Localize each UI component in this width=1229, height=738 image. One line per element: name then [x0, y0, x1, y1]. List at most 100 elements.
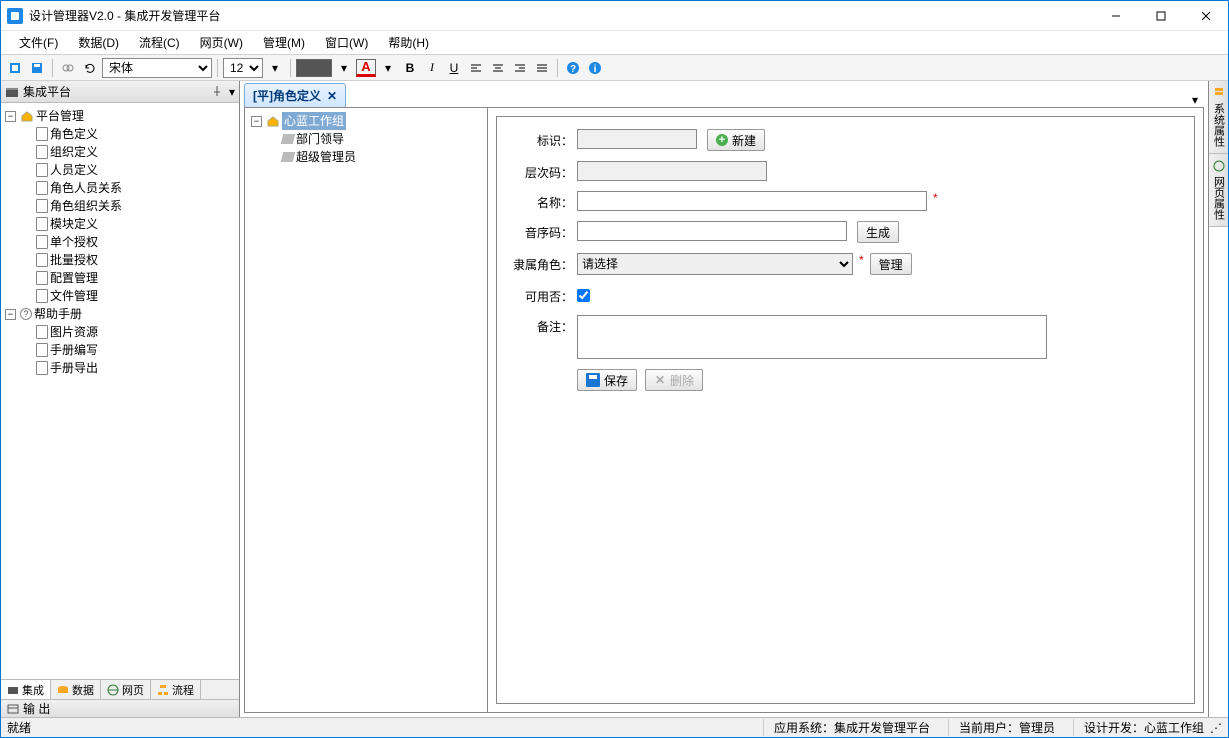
sidebar-tabs: 集成 数据 网页 流程: [1, 679, 239, 699]
collapse-icon[interactable]: −: [5, 309, 16, 320]
collapse-icon[interactable]: −: [251, 116, 262, 127]
file-icon: [36, 199, 48, 213]
sidebar-header: 集成平台 ▾: [1, 81, 239, 103]
menu-flow[interactable]: 流程(C): [129, 31, 190, 54]
label-parent: 隶属角色：: [511, 253, 577, 273]
panel-dropdown-icon[interactable]: ▾: [229, 85, 235, 99]
tab-close-icon[interactable]: ✕: [327, 89, 337, 103]
tree-item[interactable]: 角色人员关系: [21, 179, 237, 197]
label-remark: 备注：: [511, 315, 577, 335]
pin-icon[interactable]: [211, 85, 225, 99]
sidebar: 集成平台 ▾ −平台管理 角色定义 组织定义 人员定义 角色人员关系 角色组织关…: [1, 81, 240, 717]
home-icon: [266, 114, 280, 128]
right-sidebar: 系统属性 网页属性: [1208, 81, 1228, 717]
link-icon[interactable]: [58, 58, 78, 78]
new-icon[interactable]: [5, 58, 25, 78]
delete-button[interactable]: ✕删除: [645, 369, 703, 391]
help-icon[interactable]: ?: [563, 58, 583, 78]
tree-item[interactable]: 人员定义: [21, 161, 237, 179]
menu-manage[interactable]: 管理(M): [253, 31, 315, 54]
svg-text:i: i: [594, 64, 597, 75]
label-name: 名称：: [511, 191, 577, 211]
menu-file[interactable]: 文件(F): [9, 31, 68, 54]
refresh-icon[interactable]: [80, 58, 100, 78]
file-icon: [36, 271, 48, 285]
italic-button[interactable]: I: [422, 58, 442, 78]
align-justify-icon[interactable]: [532, 58, 552, 78]
home-icon: [20, 109, 34, 123]
tree-item[interactable]: 角色组织关系: [21, 197, 237, 215]
align-center-icon[interactable]: [488, 58, 508, 78]
sidebar-tab-flow[interactable]: 流程: [151, 680, 201, 699]
name-field[interactable]: [577, 191, 927, 211]
tree-item[interactable]: 批量授权: [21, 251, 237, 269]
font-name-select[interactable]: 宋体: [102, 58, 212, 78]
menu-web[interactable]: 网页(W): [190, 31, 253, 54]
remark-textarea[interactable]: [577, 315, 1047, 359]
file-icon: [36, 181, 48, 195]
tree-item[interactable]: 配置管理: [21, 269, 237, 287]
right-tab-system-props[interactable]: 系统属性: [1209, 81, 1228, 154]
font-size-select[interactable]: 12: [223, 58, 263, 78]
font-color-button[interactable]: A: [356, 59, 376, 77]
form-panel: 标识： +新建 层次码： 名称： * 音序码：: [496, 116, 1195, 704]
output-icon: [7, 703, 19, 715]
manage-button[interactable]: 管理: [870, 253, 912, 275]
titlebar: 设计管理器V2.0 - 集成开发管理平台: [1, 1, 1228, 31]
toolbar: 宋体 12 ▾ ▾ A ▾ B I U ? i: [1, 55, 1228, 81]
underline-button[interactable]: U: [444, 58, 464, 78]
parent-role-select[interactable]: 请选择: [577, 253, 853, 275]
required-mark: *: [859, 253, 864, 267]
bold-button[interactable]: B: [400, 58, 420, 78]
role-tree-item[interactable]: 超级管理员: [267, 148, 483, 166]
menu-data[interactable]: 数据(D): [68, 31, 129, 54]
label-enabled: 可用否：: [511, 285, 577, 305]
right-tab-web-props[interactable]: 网页属性: [1209, 154, 1228, 227]
tree-node-platform[interactable]: −平台管理: [5, 107, 237, 125]
doc-tab-role-def[interactable]: [平]角色定义 ✕: [244, 83, 346, 107]
size-down-icon[interactable]: ▾: [265, 58, 285, 78]
sidebar-title: 集成平台: [23, 83, 71, 100]
tree-item[interactable]: 图片资源: [21, 323, 237, 341]
close-button[interactable]: [1183, 1, 1228, 30]
tree-item[interactable]: 手册编写: [21, 341, 237, 359]
output-panel-header[interactable]: 输 出: [1, 699, 239, 717]
sidebar-tab-web[interactable]: 网页: [101, 680, 151, 699]
align-right-icon[interactable]: [510, 58, 530, 78]
maximize-button[interactable]: [1138, 1, 1183, 30]
file-icon: [36, 361, 48, 375]
collapse-icon[interactable]: −: [5, 111, 16, 122]
bg-color-swatch[interactable]: [296, 59, 332, 77]
menu-help[interactable]: 帮助(H): [378, 31, 439, 54]
role-tree-item[interactable]: 部门领导: [267, 130, 483, 148]
status-grip-icon[interactable]: ⋰: [1210, 721, 1222, 735]
status-dev: 设计开发：心蓝工作组: [1073, 719, 1204, 736]
tree-node-help[interactable]: −?帮助手册: [5, 305, 237, 323]
svg-text:?: ?: [570, 64, 576, 75]
tree-item[interactable]: 模块定义: [21, 215, 237, 233]
font-color-dropdown-icon[interactable]: ▾: [378, 58, 398, 78]
tree-item[interactable]: 角色定义: [21, 125, 237, 143]
generate-button[interactable]: 生成: [857, 221, 899, 243]
save-button[interactable]: 保存: [577, 369, 637, 391]
menu-window[interactable]: 窗口(W): [315, 31, 378, 54]
color-dropdown-icon[interactable]: ▾: [334, 58, 354, 78]
info-icon[interactable]: i: [585, 58, 605, 78]
role-tree-root[interactable]: − 心蓝工作组: [251, 112, 483, 130]
tree-item[interactable]: 单个授权: [21, 233, 237, 251]
tree-item[interactable]: 手册导出: [21, 359, 237, 377]
sidebar-tab-data[interactable]: 数据: [51, 680, 101, 699]
enabled-checkbox[interactable]: [577, 289, 590, 302]
align-left-icon[interactable]: [466, 58, 486, 78]
save-icon[interactable]: [27, 58, 47, 78]
tree-item[interactable]: 文件管理: [21, 287, 237, 305]
sidebar-tab-integration[interactable]: 集成: [1, 680, 51, 699]
tab-list-dropdown-icon[interactable]: ▾: [1186, 93, 1204, 107]
file-icon: [36, 217, 48, 231]
new-button[interactable]: +新建: [707, 129, 765, 151]
spell-field[interactable]: [577, 221, 847, 241]
tree-item[interactable]: 组织定义: [21, 143, 237, 161]
minimize-button[interactable]: [1093, 1, 1138, 30]
statusbar: 就绪 应用系统：集成开发管理平台 当前用户：管理员 设计开发：心蓝工作组 ⋰: [1, 717, 1228, 737]
window-title: 设计管理器V2.0 - 集成开发管理平台: [29, 7, 1093, 24]
